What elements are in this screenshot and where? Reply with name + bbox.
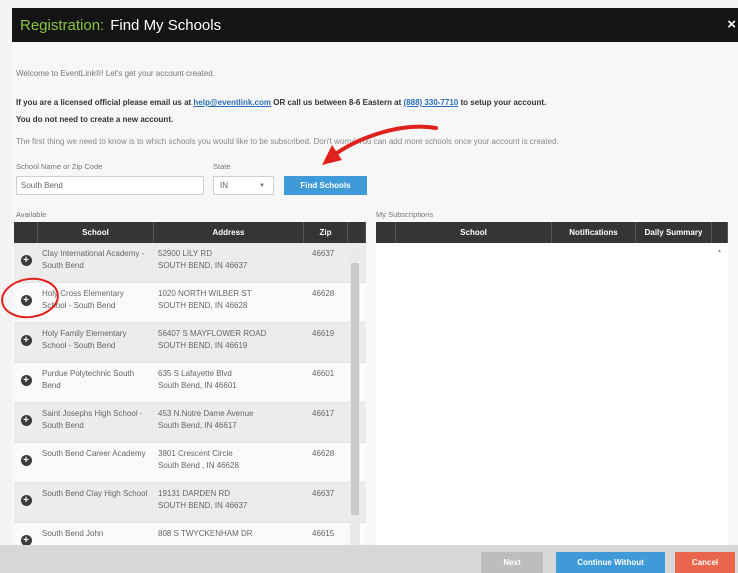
row-zip: 46628 [312, 289, 335, 298]
plus-circle-icon[interactable]: + [20, 415, 32, 426]
row-address: 19131 DARDEN RD SOUTH BEND, IN 46637 [158, 489, 248, 510]
school-search-label: School Name or Zip Code [16, 162, 103, 171]
row-zip: 46637 [312, 489, 335, 498]
row-school: South Bend Clay High School [42, 489, 148, 498]
licensed-official-note: If you are a licensed official please em… [16, 98, 547, 124]
row-school: Holy Cross Elementary School - South Ben… [42, 289, 124, 310]
row-address: 1020 NORTH WILBER ST SOUTH BEND, IN 46628 [158, 289, 252, 310]
row-school: South Bend Career Academy [42, 449, 146, 458]
state-label: State [213, 162, 231, 171]
column-school[interactable]: School [38, 222, 154, 243]
welcome-text: Welcome to EventLink®! Let's get your ac… [16, 69, 215, 78]
plus-circle-icon[interactable]: + [20, 495, 32, 506]
subscriptions-table-header: School Notifications Daily Summary [376, 222, 728, 243]
row-zip: 46637 [312, 249, 335, 258]
plus-circle-icon[interactable]: + [20, 535, 32, 545]
sub-column-notifications[interactable]: Notifications [552, 222, 636, 243]
plus-circle-icon[interactable]: + [20, 255, 32, 266]
caret-down-icon: ▼ [259, 182, 265, 189]
available-table-body: + Clay International Academy - South Bend… [14, 243, 366, 545]
dialog-title: Find My Schools [110, 16, 222, 34]
dialog-body: Welcome to EventLink®! Let's get your ac… [12, 42, 738, 545]
dialog-titlebar: Registration: Find My Schools × [12, 8, 738, 42]
sub-column-school[interactable]: School [396, 222, 552, 243]
row-zip: 46615 [312, 529, 335, 538]
row-school: South Bend John [42, 529, 104, 538]
row-zip: 46601 [312, 369, 335, 378]
continue-without-button[interactable]: Continue Without [556, 552, 665, 573]
plus-circle-icon[interactable]: + [20, 295, 32, 306]
scroll-up-icon[interactable]: ▲ [717, 248, 722, 254]
no-new-account-text: You do not need to create a new account. [16, 115, 174, 124]
row-address: 52900 LILY RD SOUTH BEND, IN 46637 [158, 249, 248, 270]
table-row: + Holy Family Elementary School - South B… [14, 323, 366, 363]
table-row: + South Bend Career Academy 3801 Crescent … [14, 443, 366, 483]
row-zip: 46628 [312, 449, 335, 458]
subscriptions-label: My Subscriptions [376, 210, 434, 219]
plus-circle-icon[interactable]: + [20, 375, 32, 386]
row-address: 56407 S MAYFLOWER ROAD SOUTH BEND, IN 466… [158, 329, 267, 350]
find-schools-button[interactable]: Find Schools [284, 176, 367, 195]
phone-link[interactable]: (888) 330-7710 [404, 98, 459, 107]
subscriptions-table: School Notifications Daily Summary ▲ [376, 222, 728, 545]
column-address[interactable]: Address [154, 222, 304, 243]
help-email-link[interactable]: help@eventlink.com [193, 98, 271, 107]
school-search-input[interactable] [16, 176, 204, 195]
instructions-text: The first thing we need to know is to wh… [16, 137, 559, 146]
row-address: 453 N.Notre Dame Avenue South Bend, IN 46… [158, 409, 254, 430]
row-school: Purdue Polytechnic South Bend [42, 369, 135, 390]
cancel-button[interactable]: Cancel [675, 552, 735, 573]
available-scrollbar[interactable] [350, 247, 360, 545]
row-zip: 46619 [312, 329, 335, 338]
row-address: 808 S TWYCKENHAM DR [158, 529, 253, 538]
table-row: + South Bend John 808 S TWYCKENHAM DR 46615 [14, 523, 366, 545]
scrollbar-thumb[interactable] [351, 263, 359, 515]
row-address: 3801 Crescent Circle South Bend , IN 4662… [158, 449, 239, 470]
row-school: Clay International Academy - South Bend [42, 249, 145, 270]
table-row: + Clay International Academy - South Bend… [14, 243, 366, 283]
plus-circle-icon[interactable]: + [20, 455, 32, 466]
plus-circle-icon[interactable]: + [20, 335, 32, 346]
table-row: + South Bend Clay High School 19131 DARDEN… [14, 483, 366, 523]
state-select[interactable]: IN ▼ [213, 176, 274, 195]
close-button[interactable]: × [727, 16, 736, 33]
table-row: + Purdue Polytechnic South Bend 635 S Lafa… [14, 363, 366, 403]
column-zip[interactable]: Zip [304, 222, 348, 243]
available-label: Available [16, 210, 47, 219]
row-school: Saint Josephs High School - South Bend [42, 409, 143, 430]
state-value: IN [220, 181, 228, 190]
dialog-title-prefix: Registration: [20, 16, 105, 34]
row-zip: 46617 [312, 409, 335, 418]
row-address: 635 S Lafayette Blvd South Bend, IN 46601 [158, 369, 237, 390]
available-table-header: School Address Zip [14, 222, 366, 243]
available-schools-table: School Address Zip + Clay International A… [14, 222, 366, 545]
table-row: + Saint Josephs High School - South Bend 4… [14, 403, 366, 443]
row-school: Holy Family Elementary School - South Be… [42, 329, 127, 350]
next-button[interactable]: Next [481, 552, 543, 573]
sub-column-daily-summary[interactable]: Daily Summary [636, 222, 712, 243]
table-row: + Holy Cross Elementary School - South Be… [14, 283, 366, 323]
